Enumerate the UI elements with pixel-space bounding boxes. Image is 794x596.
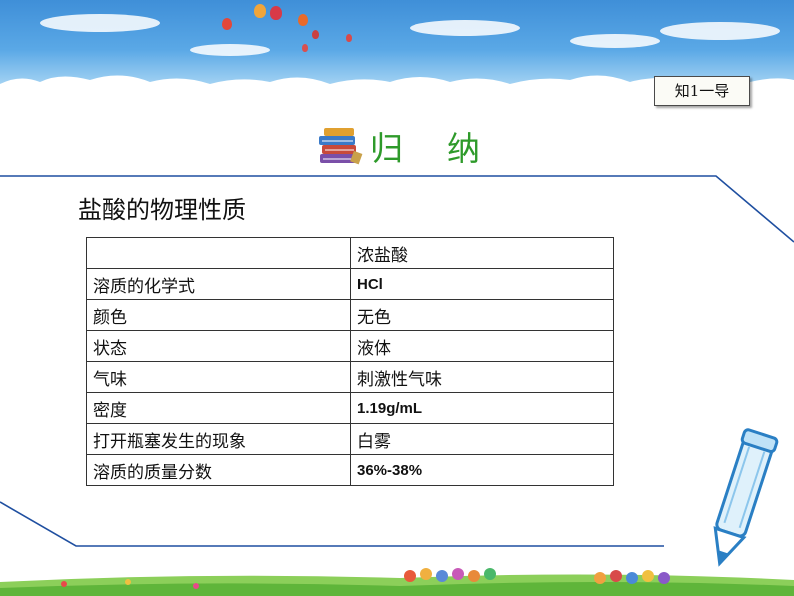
cloud	[410, 20, 520, 36]
table-row: 溶质的化学式 HCl	[86, 268, 614, 300]
property-value-cell: 36%-38%	[350, 454, 614, 486]
table-header-cell: 浓盐酸	[350, 237, 614, 269]
balloon-icon	[298, 14, 308, 26]
property-name-cell: 溶质的质量分数	[86, 454, 351, 486]
property-name-cell: 颜色	[86, 299, 351, 331]
property-name-cell: 密度	[86, 392, 351, 424]
table-row: 密度 1.19g/mL	[86, 392, 614, 424]
property-name-cell: 状态	[86, 330, 351, 362]
balloon-icon	[302, 44, 308, 52]
property-value-cell: 无色	[350, 299, 614, 331]
table-header-cell	[86, 237, 351, 269]
property-value-cell: HCl	[350, 268, 614, 300]
books-icon	[319, 128, 363, 165]
cloud	[660, 22, 780, 40]
property-value-cell: 刺激性气味	[350, 361, 614, 393]
balloon-icon	[254, 4, 266, 18]
section-badge: 知1一导	[654, 76, 750, 106]
cloud	[190, 44, 270, 56]
heading: 归纳	[316, 124, 524, 168]
grass-ground	[0, 568, 794, 596]
table-row: 颜色 无色	[86, 299, 614, 331]
page-subtitle: 盐酸的物理性质	[78, 196, 246, 224]
properties-table: 浓盐酸 溶质的化学式 HCl 颜色 无色 状态 液体 气味 刺激性气味 密度 1…	[86, 237, 614, 486]
cloud	[570, 34, 660, 48]
balloon-icon	[312, 30, 319, 39]
table-row: 气味 刺激性气味	[86, 361, 614, 393]
heading-title: 归纳	[370, 129, 524, 168]
pencil-icon	[713, 428, 779, 567]
table-row: 溶质的质量分数 36%-38%	[86, 454, 614, 486]
property-value-cell: 1.19g/mL	[350, 392, 614, 424]
table-row: 打开瓶塞发生的现象 白雾	[86, 423, 614, 455]
balloon-icon	[222, 18, 232, 30]
balloon-icon	[346, 34, 352, 42]
cloud	[40, 14, 160, 32]
property-value-cell: 白雾	[350, 423, 614, 455]
property-name-cell: 打开瓶塞发生的现象	[86, 423, 351, 455]
property-name-cell: 溶质的化学式	[86, 268, 351, 300]
property-name-cell: 气味	[86, 361, 351, 393]
table-row: 状态 液体	[86, 330, 614, 362]
balloon-icon	[270, 6, 282, 20]
table-header-row: 浓盐酸	[86, 237, 614, 269]
property-value-cell: 液体	[350, 330, 614, 362]
